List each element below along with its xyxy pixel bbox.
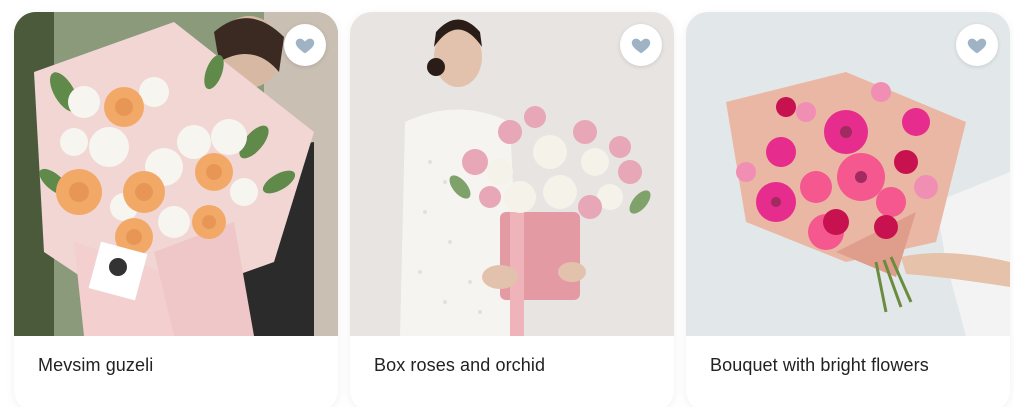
product-card-mevsim-guzeli[interactable]: Mevsim guzeli [14, 12, 338, 407]
favorite-button[interactable] [620, 24, 662, 66]
product-image[interactable] [14, 12, 338, 336]
heart-icon [967, 38, 987, 54]
product-card-box-roses-and-orchid[interactable]: Box roses and orchid [350, 12, 674, 407]
favorite-button[interactable] [956, 24, 998, 66]
product-title[interactable]: Mevsim guzeli [38, 355, 153, 376]
product-image[interactable] [350, 12, 674, 336]
heart-icon [631, 38, 651, 54]
product-card-bouquet-with-bright-flowers[interactable]: Bouquet with bright flowers [686, 12, 1010, 407]
product-grid: Mevsim guzeli Box roses and orchid Bouqu… [0, 0, 1014, 407]
favorite-button[interactable] [284, 24, 326, 66]
product-image[interactable] [686, 12, 1010, 336]
product-title[interactable]: Bouquet with bright flowers [710, 355, 929, 376]
product-title[interactable]: Box roses and orchid [374, 355, 545, 376]
heart-icon [295, 38, 315, 54]
